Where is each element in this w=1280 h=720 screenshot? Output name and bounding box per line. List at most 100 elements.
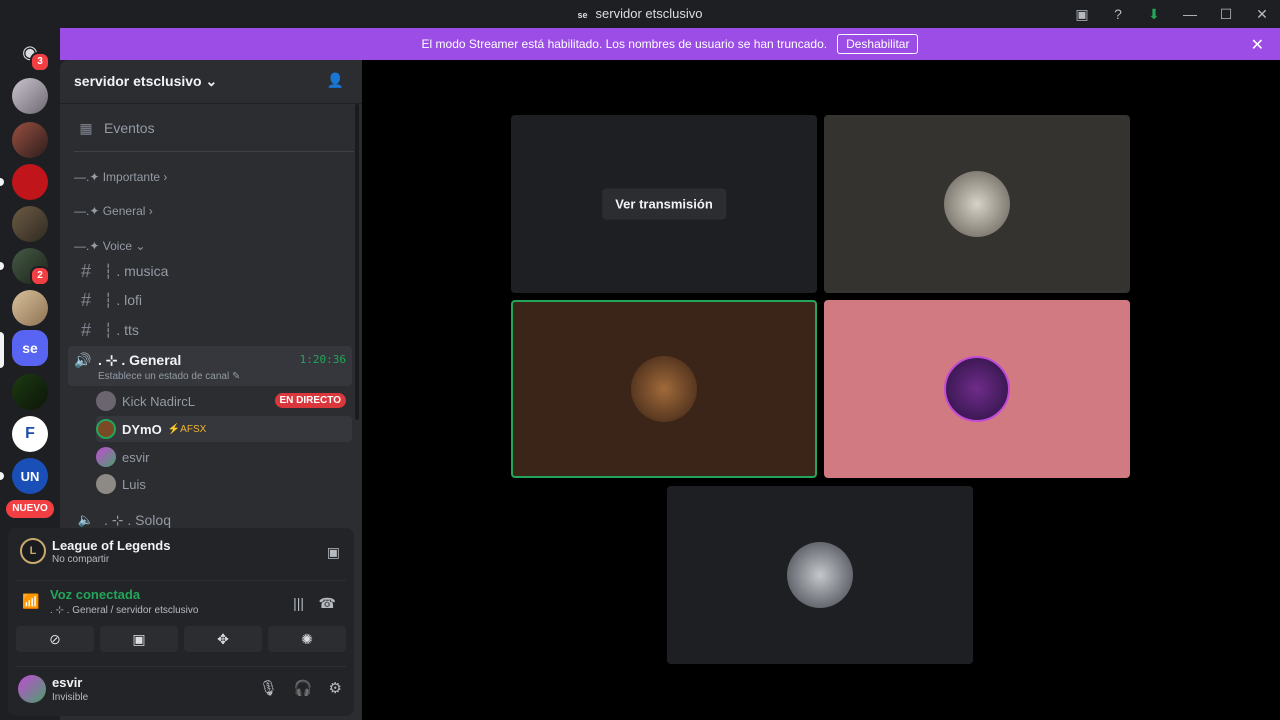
league-icon: L — [20, 538, 46, 564]
channel-tts[interactable]: # ┆ . tts — [68, 316, 352, 344]
server-badge: 2 — [30, 266, 50, 286]
stream-tile[interactable]: Ver transmisión — [511, 115, 817, 293]
voice-user-name: DYmO — [122, 421, 162, 437]
participant-tile-speaking[interactable] — [511, 300, 817, 478]
unread-pill — [0, 178, 4, 186]
game-title: League of Legends — [52, 538, 171, 553]
new-badge[interactable]: NUEVO — [6, 500, 54, 518]
camera-off-button[interactable]: ⊘ — [16, 626, 94, 652]
server-icon[interactable]: UN — [12, 458, 48, 494]
screen-share-button[interactable]: ▣ — [100, 626, 178, 652]
disconnect-icon[interactable]: ☎ — [319, 595, 336, 612]
noise-suppression-icon[interactable]: ||| — [293, 595, 304, 611]
voice-timer: 1:20:36 — [299, 353, 346, 366]
invite-icon[interactable]: 👤 — [327, 72, 344, 89]
selected-pill — [0, 332, 4, 368]
game-sub: No compartir — [52, 554, 110, 565]
speaker-icon: 🔊 — [74, 352, 92, 368]
current-server-icon[interactable]: se — [12, 330, 48, 366]
channel-status[interactable]: Establece un estado de canal ✎ — [98, 371, 240, 382]
server-icon[interactable] — [12, 206, 48, 242]
user-area: esvir Invisible 🎙 🎧 ⚙ — [16, 666, 346, 710]
user-status: Invisible — [52, 692, 89, 703]
activities-button[interactable]: ✥ — [184, 626, 262, 652]
minimize-icon[interactable]: — — [1172, 0, 1208, 28]
username[interactable]: esvir — [52, 675, 82, 690]
help-icon[interactable]: ? — [1100, 0, 1136, 28]
voice-user[interactable]: Kick NadircL EN DIRECTO — [96, 388, 352, 414]
avatar[interactable] — [18, 675, 46, 703]
category-importante[interactable]: —.✦ Importante › — [74, 170, 167, 184]
voice-channel-general[interactable]: 🔊 . ⊹ . General 1:20:36 Establece un est… — [68, 346, 352, 386]
home-badge: 3 — [30, 52, 50, 72]
server-abbrev: se — [577, 10, 588, 20]
participant-tile[interactable] — [824, 115, 1130, 293]
chevron-down-icon: ⌄ — [205, 73, 218, 89]
hash-icon: # — [80, 319, 91, 340]
unread-pill — [0, 262, 4, 270]
hash-icon: # — [80, 289, 91, 310]
server-icon[interactable]: F — [12, 416, 48, 452]
category-label: —.✦ Importante — [74, 170, 161, 184]
avatar — [944, 171, 1010, 237]
close-banner-icon[interactable]: ✕ — [1251, 35, 1264, 55]
headphones-icon[interactable]: 🎧 — [294, 679, 313, 697]
channel-label: ┆ . lofi — [104, 291, 142, 308]
channel-status-text: Establece un estado de canal — [98, 371, 230, 382]
activity-game: L League of Legends No compartir ▣ — [16, 536, 346, 574]
server-icon[interactable] — [12, 78, 48, 114]
scrollbar[interactable] — [355, 104, 359, 420]
category-voice[interactable]: —.✦ Voice ⌄ — [74, 239, 145, 253]
signal-icon[interactable]: 📶 — [22, 593, 39, 610]
participant-tile[interactable] — [667, 486, 973, 664]
voice-connection: 📶 Voz conectada . ⊹ . General / servidor… — [16, 580, 346, 624]
share-screen-icon[interactable]: ▣ — [327, 544, 340, 561]
server-icon[interactable] — [12, 374, 48, 410]
events-label: Eventos — [104, 120, 155, 136]
events-item[interactable]: ▦ Eventos — [68, 114, 352, 142]
streamer-mode-icon[interactable]: ▣ — [1064, 0, 1100, 28]
unread-pill — [0, 472, 4, 480]
channel-label: ┆ . musica — [104, 262, 169, 279]
voice-user-name: Kick NadircL — [122, 393, 195, 409]
window-title-text: servidor etsclusivo — [595, 6, 703, 21]
disable-streamer-button[interactable]: Deshabilitar — [837, 34, 919, 54]
user-tag: ⚡AFSX — [167, 423, 207, 435]
avatar — [631, 356, 697, 422]
voice-connected-label[interactable]: Voz conectada — [50, 587, 140, 602]
divider — [74, 151, 354, 152]
close-window-icon[interactable]: ✕ — [1244, 0, 1280, 28]
category-general[interactable]: —.✦ General › — [74, 204, 153, 218]
voice-actions: ⊘ ▣ ✥ ✺ — [16, 626, 346, 652]
server-header[interactable]: servidor etsclusivo ⌄ 👤 — [60, 60, 362, 104]
gear-icon[interactable]: ⚙ — [329, 679, 342, 697]
channel-label: ┆ . tts — [104, 321, 139, 338]
voice-user-name: esvir — [122, 449, 150, 465]
voice-user[interactable]: DYmO ⚡AFSX — [96, 416, 352, 442]
avatar — [96, 474, 116, 494]
avatar — [96, 391, 116, 411]
download-icon[interactable]: ⬇ — [1136, 0, 1172, 28]
server-icon[interactable] — [12, 164, 48, 200]
title-bar: se servidor etsclusivo ▣ ? ⬇ — ☐ ✕ — [0, 0, 1280, 28]
channel-musica[interactable]: # ┆ . musica — [68, 257, 352, 285]
avatar — [96, 447, 116, 467]
avatar — [944, 356, 1010, 422]
server-icon[interactable] — [12, 122, 48, 158]
server-name: servidor etsclusivo — [74, 73, 202, 89]
watch-stream-button[interactable]: Ver transmisión — [602, 188, 726, 220]
voice-user[interactable]: Luis — [96, 471, 352, 497]
voice-connected-sub[interactable]: . ⊹ . General / servidor etsclusivo — [50, 605, 198, 616]
channel-lofi[interactable]: # ┆ . lofi — [68, 286, 352, 314]
maximize-icon[interactable]: ☐ — [1208, 0, 1244, 28]
user-panel: L League of Legends No compartir ▣ 📶 Voz… — [8, 528, 354, 716]
participant-tile[interactable] — [824, 300, 1130, 478]
channel-label: . ⊹ . Soloq — [104, 511, 171, 528]
server-icon[interactable] — [12, 290, 48, 326]
soundboard-button[interactable]: ✺ — [268, 626, 346, 652]
voice-user[interactable]: esvir — [96, 444, 352, 470]
streamer-mode-banner: El modo Streamer está habilitado. Los no… — [60, 28, 1280, 60]
pencil-icon: ✎ — [232, 371, 241, 382]
speaker-icon: 🔈 — [77, 512, 95, 527]
microphone-icon[interactable]: 🎙 — [259, 679, 278, 697]
